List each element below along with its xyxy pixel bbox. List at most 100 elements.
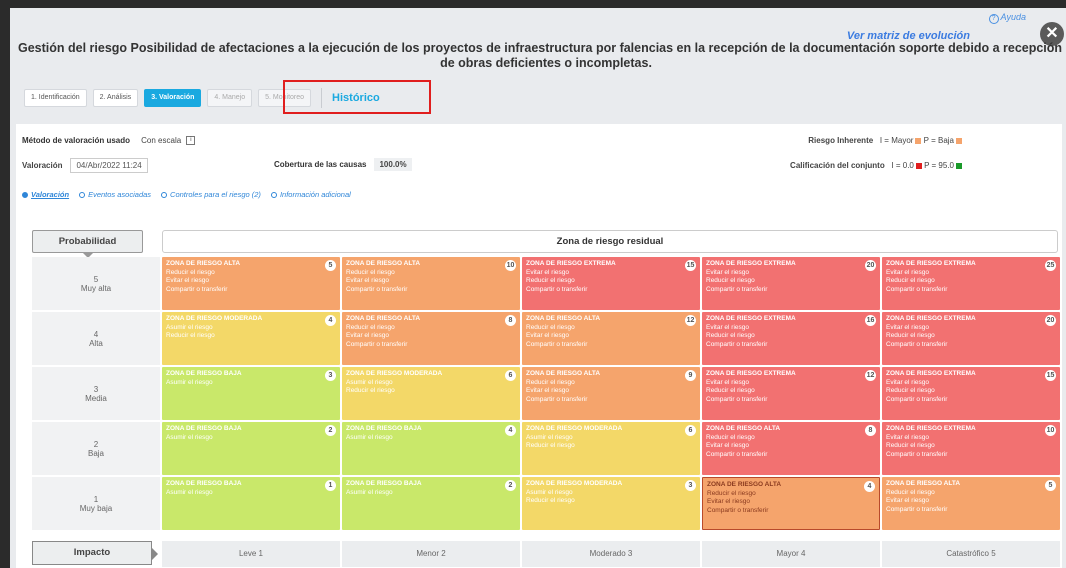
zone-action: Asumir el riesgo: [346, 433, 393, 441]
sub-tabs: Valoración Eventos asociadas Controles p…: [22, 190, 361, 199]
risk-zone-cell[interactable]: ZONA DE RIESGO MODERADA 6 Asumir el riesgo…: [342, 367, 520, 420]
risk-zone-cell[interactable]: ZONA DE RIESGO ALTA 12 Reducir el riesgo Ev…: [522, 312, 700, 365]
risk-zone-cell[interactable]: ZONA DE RIESGO BAJA 2 Asumir el riesgo: [162, 422, 340, 475]
zone-action: Asumir el riesgo: [166, 323, 213, 331]
zone-title: ZONA DE RIESGO MODERADA: [166, 315, 263, 322]
risk-zone-cell[interactable]: ZONA DE RIESGO ALTA 10 Reducir el riesgo Ev…: [342, 257, 520, 310]
zone-action: Evitar el riesgo: [706, 378, 749, 386]
zone-action: Compartir o transferir: [886, 340, 948, 348]
valoracion-date[interactable]: 04/Abr/2022 11:24: [70, 158, 148, 173]
zone-action: Compartir o transferir: [886, 505, 948, 513]
metodo-value: Con escala: [141, 136, 182, 145]
zone-action: Evitar el riesgo: [707, 498, 750, 505]
zone-action: Reducir el riesgo: [526, 323, 575, 331]
risk-zone-cell[interactable]: ZONA DE RIESGO MODERADA 4 Asumir el riesgo…: [162, 312, 340, 365]
subtab-valoracion[interactable]: Valoración: [22, 190, 69, 199]
zone-action: Reducir el riesgo: [706, 332, 755, 339]
row-name: Alta: [89, 338, 103, 348]
zone-action: Asumir el riesgo: [166, 433, 213, 441]
zone-action: Reducir el riesgo: [886, 277, 935, 284]
red-square-icon: [915, 162, 922, 169]
risk-zone-cell[interactable]: ZONA DE RIESGO BAJA 1 Asumir el riesgo: [162, 477, 340, 530]
zone-title: ZONA DE RIESGO ALTA: [346, 315, 421, 322]
risk-zone-cell[interactable]: ZONA DE RIESGO ALTA 9 Reducir el riesgo Evi…: [522, 367, 700, 420]
risk-zone-cell[interactable]: ZONA DE RIESGO ALTA 8 Reducir el riesgo Evi…: [342, 312, 520, 365]
calificacion-conjunto: Calificación del conjunto I = 0.0 P = 95…: [790, 161, 962, 170]
zone-action: Evitar el riesgo: [706, 442, 749, 449]
zone-action: Asumir el riesgo: [346, 378, 393, 386]
impact-label: Catastrófico 5: [882, 541, 1060, 567]
zone-action: Asumir el riesgo: [346, 488, 393, 496]
zone-action: Evitar el riesgo: [886, 268, 929, 276]
risk-modal: ? Ayuda ✕ Ver matriz de evolución Gestión…: [10, 8, 1066, 568]
risk-zone-cell[interactable]: ZONA DE RIESGO EXTREMA 20 Evitar el riesgo…: [702, 257, 880, 310]
help-link[interactable]: ? Ayuda: [988, 12, 1026, 24]
zone-action: Reducir el riesgo: [706, 433, 755, 441]
row-number: 4: [93, 329, 99, 339]
zone-score: 5: [325, 260, 336, 271]
zone-score: 3: [325, 370, 336, 381]
zone-action: Compartir o transferir: [707, 506, 769, 514]
row-label: 2 Baja: [32, 422, 160, 475]
risk-zone-cell[interactable]: ZONA DE RIESGO MODERADA 6 Asumir el riesgo…: [522, 422, 700, 475]
risk-zone-cell[interactable]: ZONA DE RIESGO BAJA 2 Asumir el riesgo: [342, 477, 520, 530]
title-line-2: de obras deficientes o incompletas.: [440, 56, 652, 70]
orange-square-icon: [915, 137, 922, 144]
zone-title: ZONA DE RIESGO ALTA: [526, 315, 601, 322]
zone-action: Evitar el riesgo: [166, 277, 209, 284]
risk-zone-cell[interactable]: ZONA DE RIESGO ALTA 4 Reducir el riesgo Evi…: [702, 477, 880, 530]
riesgo-label: Riesgo Inherente: [808, 136, 874, 145]
zone-action: Compartir o transferir: [166, 285, 228, 293]
info-icon[interactable]: i: [186, 136, 196, 146]
zone-action: Reducir el riesgo: [886, 332, 935, 339]
zone-action: Evitar el riesgo: [346, 332, 389, 339]
row-name: Muy baja: [79, 503, 113, 513]
risk-zone-cell[interactable]: ZONA DE RIESGO EXTREMA 10 Evitar el riesgo…: [882, 422, 1060, 475]
subtab-controles[interactable]: Controles para el riesgo (2): [161, 190, 261, 199]
risk-zone-cell[interactable]: ZONA DE RIESGO EXTREMA 25 Evitar el riesgo…: [882, 257, 1060, 310]
risk-zone-cell[interactable]: ZONA DE RIESGO ALTA 5 Reducir el riesgo Evi…: [882, 477, 1060, 530]
zone-score: 2: [325, 425, 336, 436]
zone-score: 20: [865, 260, 876, 271]
zone-score: 6: [685, 425, 696, 436]
zone-action: Asumir el riesgo: [526, 433, 573, 441]
row-number: 5: [93, 274, 99, 284]
zone-title: ZONA DE RIESGO ALTA: [166, 260, 241, 267]
tab-analisis[interactable]: 2. Análisis: [92, 89, 139, 107]
zone-action: Asumir el riesgo: [166, 488, 213, 496]
zone-score: 8: [865, 425, 876, 436]
radio-icon: [161, 191, 168, 198]
zone-action: Reducir el riesgo: [526, 277, 575, 284]
subtab-eventos[interactable]: Eventos asociadas: [79, 190, 151, 199]
row-label: 5 Muy alta: [32, 257, 160, 310]
calif-p-value: P = 95.0: [924, 161, 954, 170]
risk-zone-cell[interactable]: ZONA DE RIESGO EXTREMA 12 Evitar el riesgo…: [702, 367, 880, 420]
zone-title: ZONA DE RIESGO BAJA: [346, 425, 422, 432]
risk-zone-cell[interactable]: ZONA DE RIESGO ALTA 8 Reducir el riesgo Evi…: [702, 422, 880, 475]
metodo-label: Método de valoración usado: [22, 136, 131, 145]
zone-title: ZONA DE RIESGO EXTREMA: [886, 425, 976, 432]
zone-score: 16: [865, 315, 876, 326]
zone-action: Compartir o transferir: [706, 395, 768, 403]
row-number: 3: [93, 384, 99, 394]
impacto-header: Impacto: [32, 541, 158, 565]
risk-zone-cell[interactable]: ZONA DE RIESGO EXTREMA 15 Evitar el riesgo…: [882, 367, 1060, 420]
zone-action: Reducir el riesgo: [346, 323, 395, 331]
cobertura-label: Cobertura de las causas: [274, 160, 367, 169]
risk-zone-cell[interactable]: ZONA DE RIESGO EXTREMA 20 Evitar el riesgo…: [882, 312, 1060, 365]
row-name: Media: [85, 393, 107, 403]
tab-manejo[interactable]: 4. Manejo: [207, 89, 253, 107]
risk-zone-cell[interactable]: ZONA DE RIESGO EXTREMA 15 Evitar el riesgo…: [522, 257, 700, 310]
zone-title: ZONA DE RIESGO EXTREMA: [886, 260, 976, 267]
valuation-panel: Método de valoración usado Con escala i …: [16, 124, 1062, 568]
zone-title: ZONA DE RIESGO ALTA: [706, 425, 781, 432]
risk-zone-cell[interactable]: ZONA DE RIESGO ALTA 5 Reducir el riesgo Evi…: [162, 257, 340, 310]
tab-valoracion[interactable]: 3. Valoración: [144, 89, 202, 107]
zone-action: Reducir el riesgo: [707, 489, 756, 497]
subtab-informacion[interactable]: Información adicional: [270, 190, 351, 199]
tab-identificacion[interactable]: 1. Identificación: [24, 89, 87, 107]
risk-zone-cell[interactable]: ZONA DE RIESGO BAJA 4 Asumir el riesgo: [342, 422, 520, 475]
risk-zone-cell[interactable]: ZONA DE RIESGO EXTREMA 16 Evitar el riesgo…: [702, 312, 880, 365]
risk-zone-cell[interactable]: ZONA DE RIESGO BAJA 3 Asumir el riesgo: [162, 367, 340, 420]
risk-zone-cell[interactable]: ZONA DE RIESGO MODERADA 3 Asumir el riesgo…: [522, 477, 700, 530]
